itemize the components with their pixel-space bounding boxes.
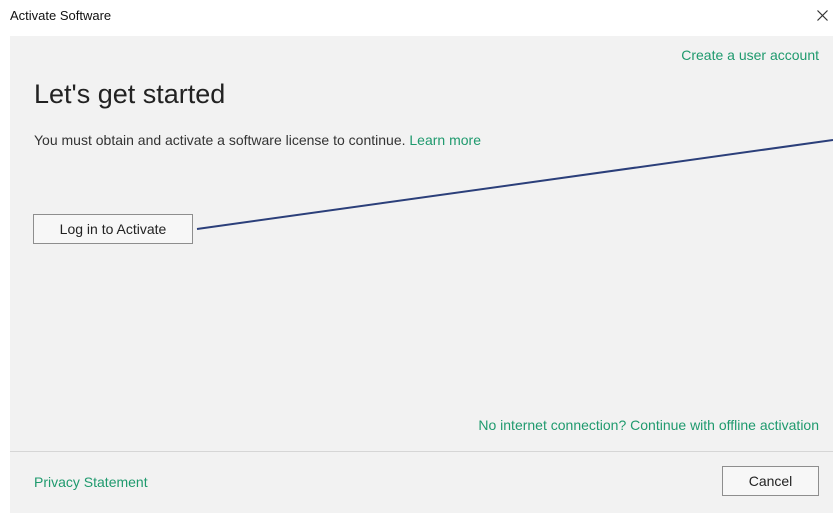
title-bar: Activate Software: [0, 0, 833, 36]
create-account-link[interactable]: Create a user account: [681, 47, 819, 63]
activation-panel: Create a user account Let's get started …: [10, 36, 833, 451]
privacy-statement-link[interactable]: Privacy Statement: [34, 474, 148, 490]
learn-more-link[interactable]: Learn more: [409, 132, 481, 148]
window-title: Activate Software: [10, 8, 112, 23]
log-in-to-activate-button[interactable]: Log in to Activate: [33, 214, 193, 244]
close-button[interactable]: [811, 2, 833, 28]
page-heading: Let's get started: [34, 79, 226, 109]
footer-bar: Privacy Statement Cancel: [10, 451, 833, 513]
description-message: You must obtain and activate a software …: [34, 132, 406, 148]
description-text: You must obtain and activate a software …: [34, 132, 481, 148]
offline-activation-link[interactable]: No internet connection? Continue with of…: [478, 417, 819, 433]
close-icon: [817, 10, 828, 21]
cancel-button[interactable]: Cancel: [722, 466, 819, 496]
